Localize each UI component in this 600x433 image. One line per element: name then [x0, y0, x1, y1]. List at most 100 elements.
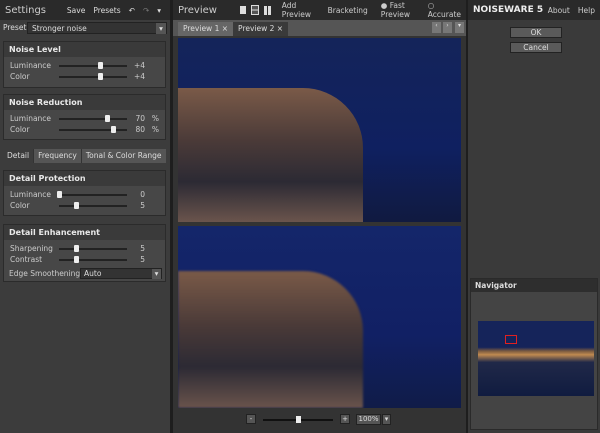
split-horizontal-icon[interactable] [250, 5, 259, 15]
preview-panel: Preview Add Preview Bracketing ● Fast Pr… [173, 0, 466, 433]
slider-row: Luminance +4 [4, 60, 165, 71]
navigator-thumbnail[interactable] [478, 321, 594, 396]
slider-knob[interactable] [97, 73, 103, 80]
edge-smoothening-value: Auto [84, 269, 102, 278]
slider-value: 0 [140, 190, 145, 199]
slider-track[interactable] [57, 191, 127, 198]
section-title: Noise Reduction [4, 95, 165, 110]
preset-label: Preset [3, 23, 27, 32]
navigator-title: Navigator [471, 279, 597, 292]
presets-button[interactable]: Presets [89, 4, 124, 17]
prev-tab-icon[interactable]: ‹ [432, 22, 441, 33]
slider-value: 5 [140, 255, 145, 264]
help-link[interactable]: Help [578, 6, 595, 15]
split-vertical-icon[interactable] [264, 5, 271, 15]
slider-value: +4 [133, 72, 145, 81]
save-button[interactable]: Save [63, 4, 89, 17]
chevron-down-icon: ▾ [152, 269, 161, 279]
slider-value: 5 [140, 201, 145, 210]
bracketing-button[interactable]: Bracketing [328, 6, 368, 15]
tab-label: Preview 2 [238, 24, 275, 33]
undo-icon[interactable]: ↶ [125, 4, 139, 17]
edge-smoothening-select[interactable]: Auto ▾ [80, 268, 162, 279]
slider-row: Sharpening 5 [4, 243, 165, 254]
zoom-slider[interactable] [263, 416, 333, 423]
slider-value: 5 [140, 244, 145, 253]
zoom-in-button[interactable]: + [340, 414, 350, 424]
tabs-menu-icon[interactable]: ▾ [455, 22, 464, 33]
slider-knob[interactable] [74, 202, 79, 209]
slider-track[interactable] [59, 245, 127, 252]
preview-title: Preview [178, 4, 217, 16]
slider-row: Luminance 70% [4, 113, 165, 124]
slider-row: Color +4 [4, 71, 165, 82]
noiseware-logo: NOISEWARE 5 [473, 5, 544, 15]
noise-reduction-section: Noise Reduction Luminance 70% Color 80% [3, 94, 166, 140]
redo-icon[interactable]: ↷ [139, 4, 153, 17]
slider-label: Color [10, 72, 30, 81]
tab-bar: Detail Frequency Tonal & Color Range [3, 149, 166, 163]
slider-track[interactable] [59, 202, 127, 209]
slider-knob[interactable] [74, 245, 79, 252]
zoom-out-button[interactable]: - [246, 414, 256, 424]
zoom-bar: - + 100% ▾ [173, 410, 466, 433]
fast-preview-radio[interactable]: ● Fast Preview [381, 1, 423, 19]
cancel-button[interactable]: Cancel [510, 42, 562, 53]
preview-toolbar: Preview Add Preview Bracketing ● Fast Pr… [173, 0, 466, 20]
section-title: Detail Enhancement [4, 225, 165, 240]
slider-unit: % [151, 125, 159, 134]
menu-chevron-icon[interactable]: ▾ [153, 4, 165, 17]
slider-label: Luminance [10, 61, 52, 70]
add-preview-button[interactable]: Add Preview [282, 1, 317, 19]
tab-tonal-color-range[interactable]: Tonal & Color Range [80, 149, 166, 163]
preset-select[interactable]: Stronger noise ▾ [27, 22, 167, 34]
app-header: NOISEWARE 5 About Help [468, 0, 600, 20]
slider-row: Color 80% [4, 124, 165, 135]
slider-track[interactable] [59, 62, 127, 69]
tab-preview-1[interactable]: Preview 1 × [178, 22, 234, 36]
chevron-down-icon: ▾ [156, 23, 166, 34]
noise-level-section: Noise Level Luminance +4 Color +4 [3, 41, 166, 88]
preview-image-original[interactable] [178, 38, 461, 222]
zoom-slider-knob[interactable] [296, 416, 301, 423]
accurate-label: Accurate [427, 10, 461, 19]
slider-track[interactable] [59, 115, 127, 122]
slider-knob[interactable] [97, 62, 103, 69]
slider-label: Color [10, 201, 30, 210]
about-link[interactable]: About [548, 6, 570, 15]
slider-track[interactable] [59, 256, 127, 263]
single-view-icon[interactable] [239, 6, 246, 14]
accurate-radio[interactable]: ○ Accurate [428, 1, 461, 19]
next-tab-icon[interactable]: › [443, 22, 452, 33]
slider-label: Luminance [10, 114, 52, 123]
zoom-menu-icon[interactable]: ▾ [382, 414, 391, 425]
fast-preview-label: Fast Preview [380, 1, 410, 19]
preview-tabs: Preview 1 × Preview 2 × ‹ › ▾ [173, 20, 466, 36]
slider-row: Color 5 [4, 200, 165, 211]
slider-knob[interactable] [111, 126, 117, 133]
slider-knob[interactable] [74, 256, 79, 263]
preview-image-filtered[interactable] [178, 226, 461, 408]
edge-smoothening-label: Edge Smoothening [9, 269, 81, 278]
close-icon[interactable]: × [277, 24, 283, 33]
close-icon[interactable]: × [222, 24, 228, 33]
slider-label: Contrast [10, 255, 43, 264]
slider-value: 70 [135, 114, 145, 123]
tab-frequency[interactable]: Frequency [33, 149, 81, 163]
slider-row: Luminance 0 [4, 189, 165, 200]
ok-button[interactable]: OK [510, 27, 562, 38]
slider-knob[interactable] [104, 115, 110, 122]
detail-protection-section: Detail Protection Luminance 0 Color 5 [3, 170, 166, 216]
preset-value: Stronger noise [32, 24, 87, 33]
slider-value: 80 [135, 125, 145, 134]
tab-preview-2[interactable]: Preview 2 × [233, 22, 289, 36]
slider-track[interactable] [59, 126, 127, 133]
zoom-level[interactable]: 100% [356, 414, 381, 425]
slider-knob[interactable] [57, 191, 62, 198]
slider-value: +4 [133, 61, 145, 70]
navigator-viewport-rect[interactable] [505, 335, 517, 344]
tab-detail[interactable]: Detail [3, 149, 34, 163]
slider-track[interactable] [59, 73, 127, 80]
slider-label: Luminance [10, 190, 52, 199]
settings-header: Settings Save Presets ↶ ↷ ▾ [0, 0, 170, 20]
